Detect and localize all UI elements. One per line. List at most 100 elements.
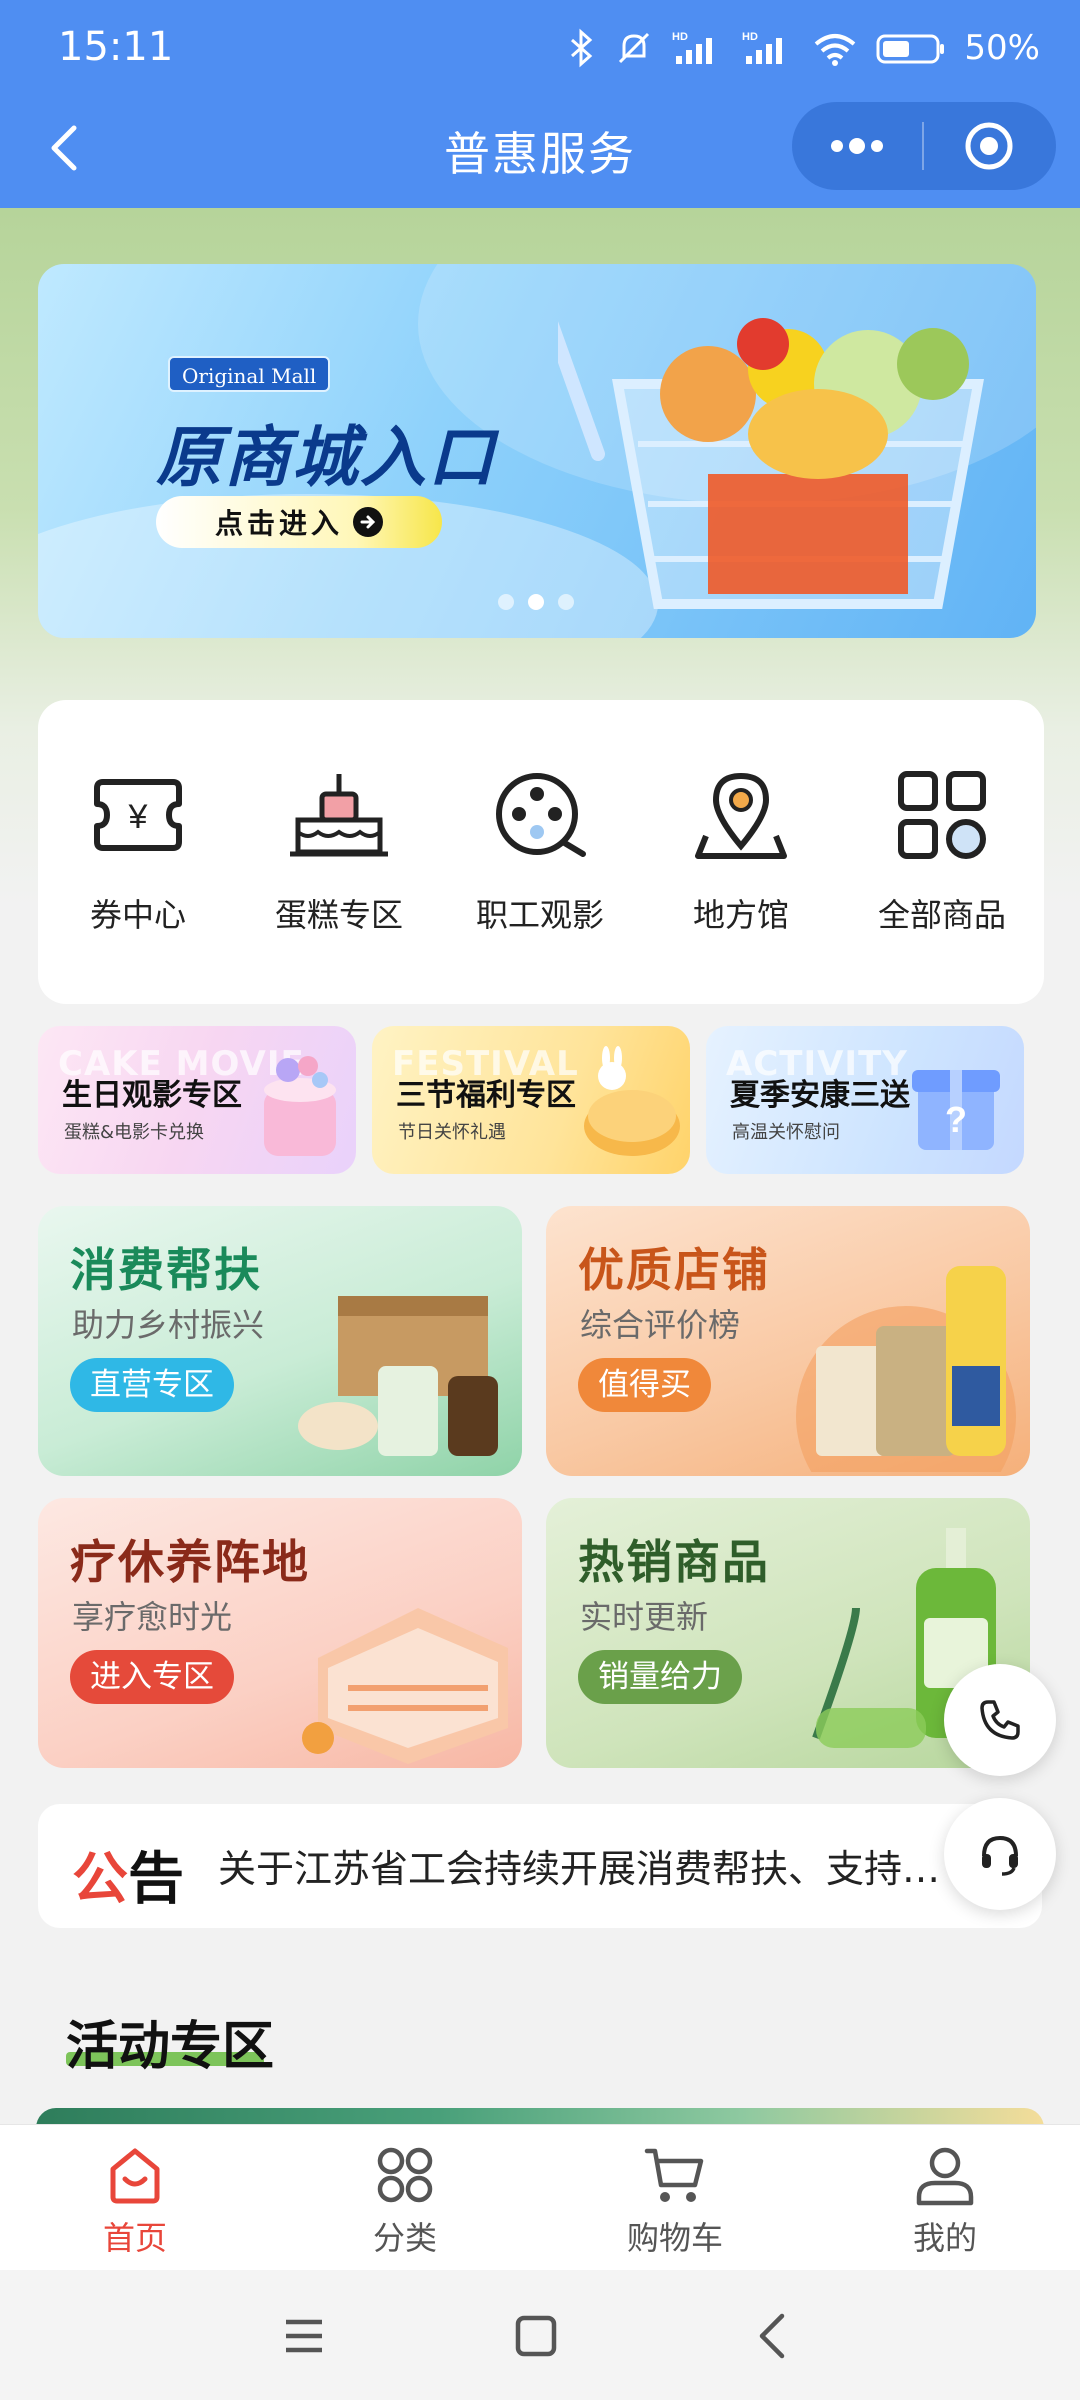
back-system-button[interactable] [742, 2306, 802, 2366]
film-reel-icon [496, 773, 586, 857]
customer-service-button[interactable] [944, 1798, 1056, 1910]
cart-icon [644, 2148, 704, 2202]
promo-title: 生日观影专区 [62, 1078, 242, 1113]
tab-label: 购物车 [626, 2219, 723, 2257]
close-mini-program-button[interactable] [924, 102, 1054, 190]
home-icon [110, 2148, 160, 2204]
banner-enter-label: 点击进入 [214, 507, 343, 540]
mute-bell-icon [619, 32, 650, 64]
tab-profile[interactable]: 我的 [845, 2143, 1045, 2259]
tile-button[interactable]: 直营专区 [70, 1358, 234, 1412]
menu-lines-icon [286, 2319, 322, 2353]
grid-item-staff-movies[interactable]: 职工观影 [440, 760, 640, 936]
home-system-button[interactable] [506, 2306, 566, 2366]
chevron-left-icon [759, 2313, 785, 2359]
square-icon [515, 2315, 557, 2357]
grid-item-label: 蛋糕专区 [274, 896, 403, 934]
tile-consumption-support[interactable]: 消费帮扶 助力乡村振兴 直营专区 [38, 1206, 522, 1476]
produce-box-illustration [298, 1296, 498, 1456]
signal-hd-icon: HD [672, 31, 713, 64]
grid-item-cake-zone[interactable]: 蛋糕专区 [239, 760, 439, 936]
grid-item-label: 全部商品 [877, 896, 1006, 934]
status-bar: 15:11 HD HD 50% [0, 0, 1080, 96]
grid-item-label: 地方馆 [692, 896, 789, 934]
pagination-dot-active[interactable] [528, 594, 544, 610]
announcement-label-black: 告 [128, 1847, 184, 1912]
promo-subtitle: 蛋糕&电影卡兑换 [64, 1122, 205, 1143]
phone-icon [980, 1700, 1020, 1740]
grid-item-label: 券中心 [89, 896, 186, 934]
grocery-products-illustration [796, 1266, 1016, 1472]
battery-percent: 50% [964, 28, 1040, 68]
system-navigation-bar [0, 2270, 1080, 2400]
tab-cart[interactable]: 购物车 [575, 2143, 775, 2259]
section-title: 活动专区 [66, 2017, 275, 2077]
more-button[interactable] [792, 102, 922, 190]
nav-bar: 普惠服务 [0, 96, 1080, 208]
grid-item-label: 职工观影 [475, 896, 604, 934]
banner-tag: Original Mall [168, 356, 331, 392]
promo-title: 夏季安康三送 [730, 1078, 910, 1113]
promo-birthday-movie[interactable]: CAKE MOVIE 生日观影专区 蛋糕&电影卡兑换 [38, 1026, 356, 1174]
tile-subtitle: 享疗愈时光 [72, 1598, 233, 1636]
battery-icon [876, 34, 945, 64]
promo-subtitle: 节日关怀礼遇 [398, 1122, 506, 1143]
category-icon [377, 2147, 433, 2203]
tile-button[interactable]: 销量给力 [578, 1650, 742, 1704]
tile-title: 优质店铺 [578, 1243, 770, 1297]
phone-call-button[interactable] [944, 1664, 1056, 1776]
mini-program-capsule [792, 102, 1056, 190]
recent-apps-button[interactable] [274, 2306, 334, 2366]
target-close-icon [965, 122, 1013, 170]
tile-quality-stores[interactable]: 优质店铺 综合评价榜 值得买 [546, 1206, 1030, 1476]
tile-subtitle: 实时更新 [580, 1598, 709, 1636]
promo-festival-benefits[interactable]: FESTIVAL 三节福利专区 节日关怀礼遇 [372, 1026, 690, 1174]
svg-text:HD: HD [742, 31, 758, 43]
category-grid: ¥ 券中心 蛋糕专区 职工观影 地方馆 全部商品 [38, 700, 1044, 1004]
tile-subtitle: 综合评价榜 [580, 1306, 741, 1344]
resort-building-illustration [302, 1608, 508, 1764]
tab-category[interactable]: 分类 [305, 2143, 505, 2259]
promo-title: 三节福利专区 [396, 1078, 576, 1113]
tile-subtitle: 助力乡村振兴 [72, 1306, 265, 1344]
app-header: 15:11 HD HD 50% 普惠服务 [0, 0, 1080, 208]
mooncake-illustration [584, 1046, 680, 1156]
tile-button[interactable]: 进入专区 [70, 1650, 234, 1704]
tile-title: 消费帮扶 [70, 1243, 262, 1297]
gift-box-illustration: ? [912, 1070, 1000, 1150]
bottom-tab-bar: 首页 分类 购物车 我的 [0, 2124, 1080, 2270]
wifi-icon [815, 34, 856, 66]
pagination-dot[interactable] [558, 594, 574, 610]
promo-summer-care[interactable]: ACTIVITY 夏季安康三送 高温关怀慰问 ? [706, 1026, 1024, 1174]
grid-item-local-pavilion[interactable]: 地方馆 [641, 760, 841, 936]
tile-title: 热销商品 [578, 1535, 770, 1589]
tile-title: 疗休养阵地 [70, 1535, 310, 1589]
grid-item-all-products[interactable]: 全部商品 [842, 760, 1042, 936]
bluetooth-icon [571, 28, 593, 68]
announcement-label: 公告 [72, 1834, 184, 1915]
status-time: 15:11 [58, 24, 174, 70]
tile-recuperation-base[interactable]: 疗休养阵地 享疗愈时光 进入专区 [38, 1498, 522, 1768]
banner-enter-button[interactable]: 点击进入 [156, 496, 442, 548]
pagination-dot[interactable] [498, 594, 514, 610]
map-pin-icon [695, 772, 787, 859]
tile-button[interactable]: 值得买 [578, 1358, 711, 1412]
announcement-label-red: 公 [72, 1847, 128, 1912]
shopping-cart-illustration [558, 318, 984, 609]
svg-text:¥: ¥ [128, 798, 148, 836]
announcement-text: 关于江苏省工会持续开展消费帮扶、支持地方经济 [218, 1847, 958, 1891]
mall-entry-banner[interactable]: Original Mall 原商城入口 点击进入 [38, 264, 1036, 638]
tab-home[interactable]: 首页 [35, 2143, 235, 2259]
grid-item-coupon-center[interactable]: ¥ 券中心 [38, 760, 238, 936]
user-icon [916, 2147, 974, 2206]
tab-label: 首页 [102, 2219, 167, 2257]
svg-text:HD: HD [672, 31, 688, 43]
headset-icon [982, 1835, 1018, 1876]
svg-text:?: ? [945, 1099, 967, 1140]
announcement-bar[interactable]: 公告 关于江苏省工会持续开展消费帮扶、支持地方经济 [38, 1804, 1042, 1928]
banner-pagination [498, 594, 574, 610]
promo-subtitle: 高温关怀慰问 [732, 1122, 840, 1143]
status-icons: HD HD 50% [566, 28, 1040, 68]
banner-title: 原商城入口 [156, 419, 496, 496]
tab-label: 分类 [372, 2219, 437, 2257]
